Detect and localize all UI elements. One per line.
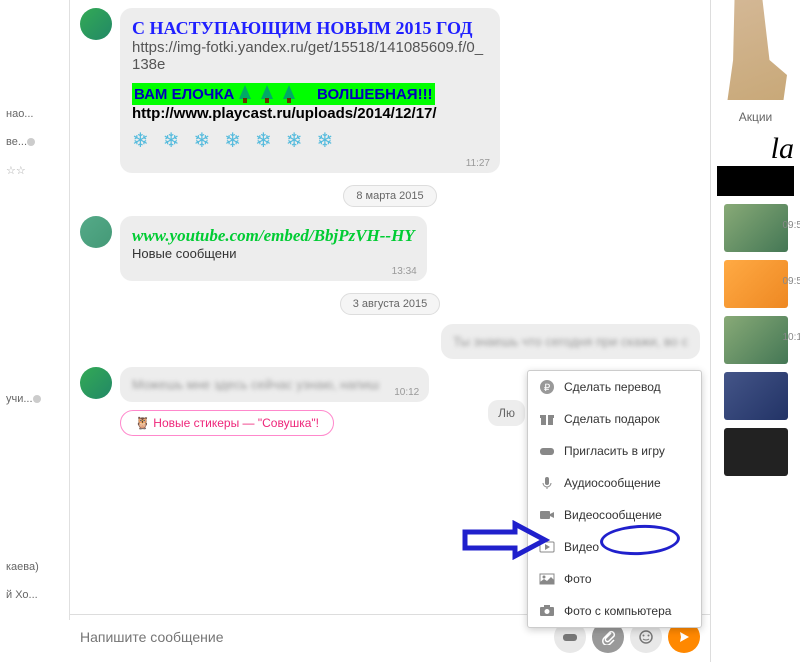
- tree-icon: [280, 85, 298, 103]
- url-text[interactable]: http://www.playcast.ru/uploads/2014/12/1…: [132, 105, 488, 122]
- contact-item[interactable]: учи...: [4, 385, 65, 413]
- mic-icon: [538, 474, 556, 492]
- date-separator: 3 августа 2015: [80, 295, 700, 310]
- ruble-icon: ₽: [538, 378, 556, 396]
- message-bubble: Можешь мне здесь сейчас узнаю, напиш 10:…: [120, 367, 429, 402]
- video-thumbnail[interactable]: 09:53: [724, 204, 788, 252]
- image-icon: [538, 570, 556, 588]
- message-input[interactable]: [80, 629, 548, 645]
- message-time: 13:34: [392, 266, 417, 277]
- avatar[interactable]: [80, 367, 112, 399]
- video-thumbnail[interactable]: 09:55: [724, 260, 788, 308]
- attachment-menu: ₽ Сделать перевод Сделать подарок Пригла…: [527, 370, 702, 628]
- menu-item-transfer[interactable]: ₽ Сделать перевод: [528, 371, 701, 403]
- menu-item-audio[interactable]: Аудиосообщение: [528, 467, 701, 499]
- video-thumbnail[interactable]: [724, 372, 788, 420]
- gift-icon: [538, 410, 556, 428]
- status-dot-icon: [27, 138, 35, 146]
- highlighted-text: ВАМ ЕЛОЧКА ВОЛШЕБНАЯ!!!: [132, 83, 435, 105]
- right-rail: Акции la 09:53 09:55 10:12: [710, 0, 800, 662]
- avatar[interactable]: [80, 216, 112, 248]
- greeting-text: С НАСТУПАЮЩИМ НОВЫМ 2015 ГОД: [132, 18, 488, 39]
- menu-item-gift[interactable]: Сделать подарок: [528, 403, 701, 435]
- contact-item[interactable]: нао...: [4, 100, 65, 128]
- message-time: 10:12: [394, 387, 419, 398]
- gamepad-icon: [538, 442, 556, 460]
- blurred-text: Ты знаешь что сегодня при скажи, во с: [453, 334, 688, 349]
- annotation-arrow: [460, 520, 550, 563]
- date-separator: 8 марта 2015: [80, 187, 700, 202]
- blurred-text: Можешь мне здесь сейчас узнаю, напиш: [132, 377, 379, 392]
- tree-icon: [236, 85, 254, 103]
- ad-label[interactable]: Акции: [711, 110, 800, 124]
- contacts-sidebar: нао... ве... ☆☆ учи... каева) й Хо...: [0, 0, 70, 620]
- contact-item[interactable]: ве...: [4, 128, 65, 156]
- avatar[interactable]: [80, 8, 112, 40]
- url-text[interactable]: https://img-fotki.yandex.ru/get/15518/14…: [132, 39, 488, 73]
- message-bubble: www.youtube.com/embed/BbjPzVH--HY Новые …: [120, 216, 427, 281]
- contact-item[interactable]: й Хо...: [4, 581, 65, 609]
- tree-icon: [258, 85, 276, 103]
- menu-item-invite-game[interactable]: Пригласить в игру: [528, 435, 701, 467]
- camera-icon: [538, 602, 556, 620]
- sticker-icon: 🦉: [135, 416, 150, 430]
- ad-logo: la: [711, 132, 800, 166]
- menu-item-photo-upload[interactable]: Фото с компьютера: [528, 595, 701, 627]
- message-bubble: Ты знаешь что сегодня при скажи, во с: [441, 324, 700, 359]
- menu-item-photo[interactable]: Фото: [528, 563, 701, 595]
- svg-text:₽: ₽: [544, 383, 551, 394]
- menu-item-video-message[interactable]: Видеосообщение: [528, 499, 701, 531]
- status-dot-icon: [33, 395, 41, 403]
- message-bubble-partial: Лю: [488, 400, 525, 426]
- contact-item[interactable]: каева): [4, 553, 65, 581]
- video-thumbnail[interactable]: 10:12: [724, 316, 788, 364]
- contact-item[interactable]: ☆☆: [4, 156, 65, 185]
- snowflake-row: ❄❄❄❄❄❄❄: [132, 128, 488, 153]
- youtube-link[interactable]: www.youtube.com/embed/BbjPzVH--HY: [132, 226, 415, 246]
- video-thumbnail[interactable]: [724, 428, 788, 476]
- ad-image[interactable]: [721, 0, 791, 100]
- stickers-promo-button[interactable]: 🦉 Новые стикеры — "Совушка"!: [120, 410, 334, 436]
- message-bubble: С НАСТУПАЮЩИМ НОВЫМ 2015 ГОД https://img…: [120, 8, 500, 173]
- message-time: 11:27: [466, 158, 490, 169]
- message-text: Новые сообщени: [132, 246, 415, 261]
